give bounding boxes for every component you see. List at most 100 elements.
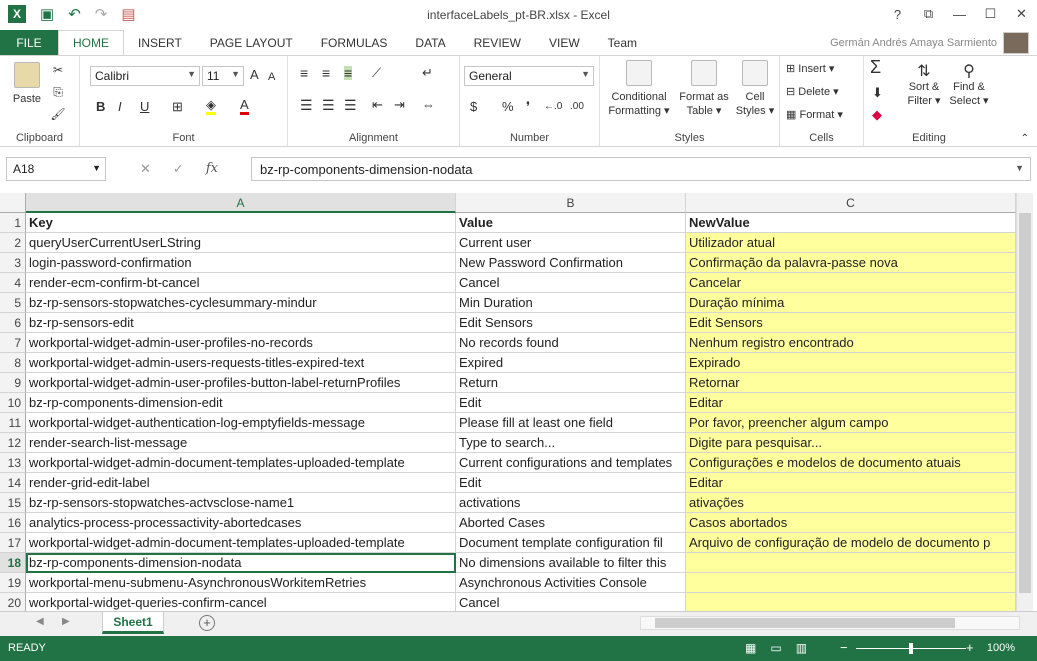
decrease-decimal-button[interactable]: .00 xyxy=(570,100,584,114)
cell-b5[interactable]: Min Duration xyxy=(456,293,686,313)
scrollbar-thumb[interactable] xyxy=(655,618,955,628)
align-center-icon[interactable]: ☰ xyxy=(322,98,335,112)
align-right-icon[interactable]: ☰ xyxy=(344,98,357,112)
row-header[interactable]: 3 xyxy=(0,253,26,273)
cell-c1[interactable]: NewValue xyxy=(686,213,1016,233)
cell-a18[interactable]: bz-rp-components-dimension-nodata xyxy=(26,553,456,573)
fill-icon[interactable]: ⬇ xyxy=(872,86,883,100)
cell-a5[interactable]: bz-rp-sensors-stopwatches-cyclesummary-m… xyxy=(26,293,456,313)
ribbon-display-button[interactable]: ⧉ xyxy=(913,0,944,28)
format-painter-icon[interactable]: 🖌 xyxy=(50,106,66,122)
cell-b13[interactable]: Current configurations and templates xyxy=(456,453,686,473)
zoom-out-button[interactable]: − xyxy=(840,640,848,655)
align-middle-icon[interactable]: ≡ xyxy=(322,66,330,80)
cell-b16[interactable]: Aborted Cases xyxy=(456,513,686,533)
row-header[interactable]: 8 xyxy=(0,353,26,373)
comma-button[interactable]: ❜ xyxy=(526,100,530,114)
cell-b9[interactable]: Return xyxy=(456,373,686,393)
cell-c6[interactable]: Edit Sensors xyxy=(686,313,1016,333)
tab-data[interactable]: DATA xyxy=(401,30,459,55)
row-header[interactable]: 6 xyxy=(0,313,26,333)
cell-a13[interactable]: workportal-widget-admin-document-templat… xyxy=(26,453,456,473)
cell-b10[interactable]: Edit xyxy=(456,393,686,413)
add-sheet-button[interactable]: + xyxy=(199,615,215,631)
decrease-indent-icon[interactable]: ⇤ xyxy=(372,98,383,112)
tab-file[interactable]: FILE xyxy=(0,30,58,55)
enter-icon[interactable]: ✓ xyxy=(173,161,184,177)
row-header[interactable]: 17 xyxy=(0,533,26,553)
expand-formula-icon[interactable]: ▼ xyxy=(1015,163,1024,173)
cell-c17[interactable]: Arquivo de configuração de modelo de doc… xyxy=(686,533,1016,553)
cell-b6[interactable]: Edit Sensors xyxy=(456,313,686,333)
merge-center-icon[interactable]: ⇔ xyxy=(422,98,435,112)
cell-b1[interactable]: Value xyxy=(456,213,686,233)
cell-c3[interactable]: Confirmação da palavra-passe nova xyxy=(686,253,1016,273)
zoom-in-button[interactable]: + xyxy=(966,640,974,655)
page-layout-view-icon[interactable]: ▭ xyxy=(770,641,781,655)
zoom-level[interactable]: 100% xyxy=(987,642,1015,654)
cell-b20[interactable]: Cancel xyxy=(456,593,686,613)
cell-c10[interactable]: Editar xyxy=(686,393,1016,413)
conditional-formatting-button[interactable]: Conditional Formatting ▾ xyxy=(606,60,672,118)
insert-cells-button[interactable]: ⊞ Insert ▾ xyxy=(786,62,834,76)
shrink-font-button[interactable]: A xyxy=(268,70,275,84)
row-header[interactable]: 12 xyxy=(0,433,26,453)
cell-c13[interactable]: Configurações e modelos de documento atu… xyxy=(686,453,1016,473)
align-left-icon[interactable]: ☰ xyxy=(300,98,313,112)
font-name-select[interactable]: Calibri ▼ xyxy=(90,66,200,86)
cell-c20[interactable] xyxy=(686,593,1016,613)
page-break-view-icon[interactable]: ▥ xyxy=(796,641,807,655)
scrollbar-thumb[interactable] xyxy=(1019,213,1031,593)
prev-sheet-icon[interactable]: ◀ xyxy=(36,616,44,627)
cell-a16[interactable]: analytics-process-processactivity-aborte… xyxy=(26,513,456,533)
number-format-select[interactable]: General ▼ xyxy=(464,66,594,86)
row-header[interactable]: 4 xyxy=(0,273,26,293)
row-header[interactable]: 5 xyxy=(0,293,26,313)
cell-c15[interactable]: ativações xyxy=(686,493,1016,513)
cell-b12[interactable]: Type to search... xyxy=(456,433,686,453)
row-header[interactable]: 1 xyxy=(0,213,26,233)
cell-c19[interactable] xyxy=(686,573,1016,593)
italic-button[interactable]: I xyxy=(118,100,122,114)
cell-a8[interactable]: workportal-widget-admin-users-requests-t… xyxy=(26,353,456,373)
tab-formulas[interactable]: FORMULAS xyxy=(307,30,402,55)
clear-icon[interactable]: ◆ xyxy=(872,108,882,122)
cell-c12[interactable]: Digite para pesquisar... xyxy=(686,433,1016,453)
cell-c9[interactable]: Retornar xyxy=(686,373,1016,393)
paste-button[interactable]: Paste xyxy=(10,62,44,106)
cell-a14[interactable]: render-grid-edit-label xyxy=(26,473,456,493)
wrap-text-icon[interactable]: ↵ xyxy=(422,66,433,80)
insert-function-icon[interactable]: fx xyxy=(206,161,218,177)
cell-a15[interactable]: bz-rp-sensors-stopwatches-actvsclose-nam… xyxy=(26,493,456,513)
tab-view[interactable]: VIEW xyxy=(535,30,594,55)
cell-c16[interactable]: Casos abortados xyxy=(686,513,1016,533)
minimize-button[interactable]: — xyxy=(944,0,975,28)
column-header-c[interactable]: C xyxy=(686,193,1016,213)
find-select-button[interactable]: ⚲ Find & Select ▾ xyxy=(948,64,990,108)
cell-c7[interactable]: Nenhum registro encontrado xyxy=(686,333,1016,353)
format-cells-button[interactable]: ▦ Format ▾ xyxy=(786,108,843,122)
row-header[interactable]: 7 xyxy=(0,333,26,353)
row-header[interactable]: 19 xyxy=(0,573,26,593)
cell-b19[interactable]: Asynchronous Activities Console xyxy=(456,573,686,593)
grow-font-button[interactable]: A xyxy=(250,68,259,82)
next-sheet-icon[interactable]: ▶ xyxy=(62,616,70,627)
bold-button[interactable]: B xyxy=(96,100,105,114)
cell-a12[interactable]: render-search-list-message xyxy=(26,433,456,453)
maximize-button[interactable]: ☐ xyxy=(975,0,1006,28)
row-header[interactable]: 11 xyxy=(0,413,26,433)
row-header[interactable]: 18 xyxy=(0,553,26,573)
cell-c5[interactable]: Duração mínima xyxy=(686,293,1016,313)
cell-b4[interactable]: Cancel xyxy=(456,273,686,293)
align-top-icon[interactable]: ≡ xyxy=(300,66,308,80)
cell-b18[interactable]: No dimensions available to filter this xyxy=(456,553,686,573)
cell-styles-button[interactable]: Cell Styles ▾ xyxy=(734,60,776,118)
row-header[interactable]: 13 xyxy=(0,453,26,473)
row-header[interactable]: 9 xyxy=(0,373,26,393)
currency-button[interactable]: $ xyxy=(470,100,477,114)
fill-color-icon[interactable]: ◈ xyxy=(206,98,216,115)
vertical-scrollbar[interactable] xyxy=(1016,193,1033,611)
tab-insert[interactable]: INSERT xyxy=(124,30,196,55)
cell-c18[interactable] xyxy=(686,553,1016,573)
cell-c11[interactable]: Por favor, preencher algum campo xyxy=(686,413,1016,433)
